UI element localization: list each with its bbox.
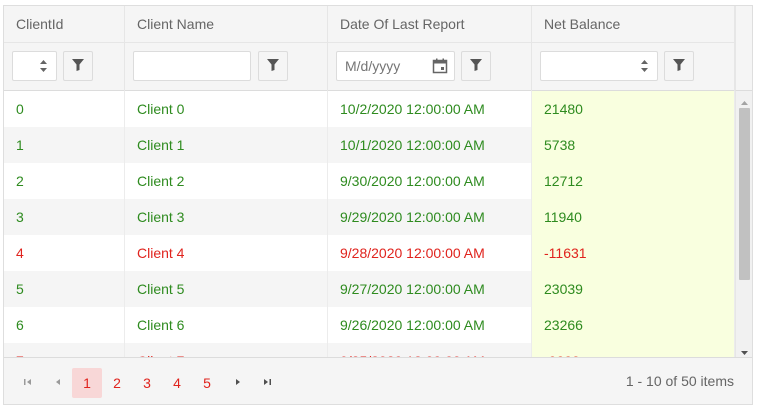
cell-client-name: Client 4	[125, 235, 328, 271]
table-row[interactable]: 5 Client 5 9/27/2020 12:00:00 AM 23039	[4, 271, 735, 307]
header-date-of-last-report[interactable]: Date Of Last Report	[328, 6, 532, 43]
scrollbar-thumb[interactable]	[739, 108, 750, 280]
header-net-balance[interactable]: Net Balance	[532, 6, 735, 43]
cell-client-name: Client 6	[125, 307, 328, 343]
header-client-id[interactable]: ClientId	[4, 6, 125, 43]
cell-client-name: Client 3	[125, 199, 328, 235]
cell-date: 9/29/2020 12:00:00 AM	[328, 199, 532, 235]
cell-client-name: Client 0	[125, 91, 328, 127]
table-row[interactable]: 0 Client 0 10/2/2020 12:00:00 AM 21480	[4, 91, 735, 127]
filter-icon	[673, 58, 685, 74]
table-row[interactable]: 2 Client 2 9/30/2020 12:00:00 AM 12712	[4, 163, 735, 199]
cell-net-balance: 5738	[532, 127, 735, 163]
page-4-button[interactable]: 4	[162, 368, 192, 398]
page-5-button[interactable]: 5	[192, 368, 222, 398]
header-client-name[interactable]: Client Name	[125, 6, 328, 43]
cell-client-id: 0	[4, 91, 125, 127]
cell-net-balance: 23039	[532, 271, 735, 307]
date-filter-button[interactable]	[461, 51, 491, 81]
cell-net-balance: -11631	[532, 235, 735, 271]
cell-client-id: 2	[4, 163, 125, 199]
filter-cell-client-id	[4, 43, 125, 91]
cell-client-name: Client 5	[125, 271, 328, 307]
net-balance-filter-input[interactable]	[540, 51, 658, 81]
first-page-button[interactable]	[14, 368, 42, 396]
cell-date: 9/26/2020 12:00:00 AM	[328, 307, 532, 343]
filter-cell-net-balance	[532, 43, 735, 91]
table-row[interactable]: 4 Client 4 9/28/2020 12:00:00 AM -11631	[4, 235, 735, 271]
calendar-icon[interactable]	[432, 58, 448, 77]
next-page-button[interactable]	[224, 368, 252, 396]
net-balance-filter-button[interactable]	[664, 51, 694, 81]
table-row[interactable]: 6 Client 6 9/26/2020 12:00:00 AM 23266	[4, 307, 735, 343]
cell-date: 9/30/2020 12:00:00 AM	[328, 163, 532, 199]
table-row[interactable]: 1 Client 1 10/1/2020 12:00:00 AM 5738	[4, 127, 735, 163]
client-name-filter-button[interactable]	[258, 51, 288, 81]
cell-client-id: 7	[4, 343, 125, 357]
last-page-button[interactable]	[253, 368, 281, 396]
client-id-filter-input[interactable]	[12, 51, 57, 81]
cell-client-id: 3	[4, 199, 125, 235]
grid-header: ClientId Client Name Date Of Last Report…	[4, 6, 735, 43]
cell-net-balance: 12712	[532, 163, 735, 199]
client-name-filter-input[interactable]	[133, 51, 251, 81]
data-grid: ClientId Client Name Date Of Last Report…	[3, 5, 753, 405]
cell-date: 9/25/2020 12:00:00 AM	[328, 343, 532, 357]
filter-icon	[470, 58, 482, 74]
table-row[interactable]: 7 Client 7 9/25/2020 12:00:00 AM -9000	[4, 343, 735, 357]
vertical-scrollbar[interactable]	[735, 91, 752, 357]
cell-date: 9/28/2020 12:00:00 AM	[328, 235, 532, 271]
date-filter-input[interactable]: M/d/yyyy	[336, 51, 455, 81]
scroll-up-arrow-icon[interactable]	[740, 95, 749, 105]
date-filter-placeholder: M/d/yyyy	[345, 58, 401, 74]
page-2-button[interactable]: 2	[102, 368, 132, 398]
cell-client-name: Client 7	[125, 343, 328, 357]
first-page-icon	[23, 374, 33, 390]
previous-page-icon	[53, 374, 63, 390]
client-id-filter-button[interactable]	[63, 51, 93, 81]
filter-icon	[72, 58, 84, 74]
cell-net-balance: 23266	[532, 307, 735, 343]
scrollbar-header-spacer	[735, 6, 752, 91]
cell-client-name: Client 2	[125, 163, 328, 199]
pager-info: 1 - 10 of 50 items	[625, 373, 734, 389]
spinner-arrows-icon[interactable]	[631, 52, 657, 80]
page-1-button[interactable]: 1	[72, 368, 102, 398]
page-3-button[interactable]: 3	[132, 368, 162, 398]
cell-client-id: 6	[4, 307, 125, 343]
cell-client-id: 1	[4, 127, 125, 163]
previous-page-button[interactable]	[44, 368, 72, 396]
filter-row: M/d/yyyy	[4, 43, 735, 91]
cell-client-id: 5	[4, 271, 125, 307]
filter-cell-client-name	[125, 43, 328, 91]
cell-date: 9/27/2020 12:00:00 AM	[328, 271, 532, 307]
filter-cell-date: M/d/yyyy	[328, 43, 532, 91]
cell-net-balance: 21480	[532, 91, 735, 127]
pager: 1 2 3 4 5 1 - 10 of 50 items	[4, 357, 752, 404]
spinner-arrows-icon[interactable]	[30, 52, 56, 80]
grid-body: 0 Client 0 10/2/2020 12:00:00 AM 21480 1…	[4, 91, 735, 357]
cell-net-balance: -9000	[532, 343, 735, 357]
cell-client-name: Client 1	[125, 127, 328, 163]
cell-date: 10/1/2020 12:00:00 AM	[328, 127, 532, 163]
next-page-icon	[233, 374, 243, 390]
table-row[interactable]: 3 Client 3 9/29/2020 12:00:00 AM 11940	[4, 199, 735, 235]
cell-date: 10/2/2020 12:00:00 AM	[328, 91, 532, 127]
cell-net-balance: 11940	[532, 199, 735, 235]
last-page-icon	[262, 374, 272, 390]
cell-client-id: 4	[4, 235, 125, 271]
filter-icon	[267, 58, 279, 74]
scroll-down-arrow-icon[interactable]	[740, 344, 749, 355]
